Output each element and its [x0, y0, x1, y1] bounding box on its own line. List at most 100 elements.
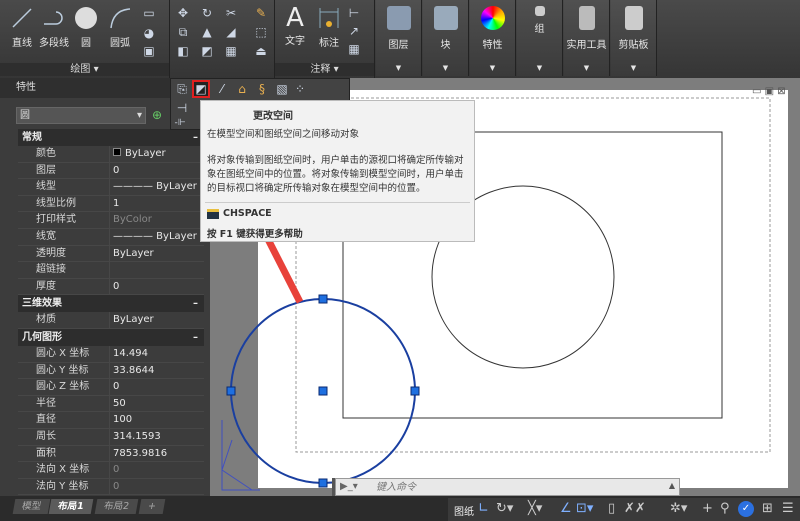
property-name: 超链接 [18, 262, 110, 278]
lengthen-icon[interactable]: ⁄ [215, 82, 229, 96]
properties-palette: 特性 圆 ▾ ⊕ 常规 – 颜色 ByLayer 图层 0 线型 ———— ByLayer 线型比… [0, 78, 210, 496]
property-value: 100 [113, 414, 133, 426]
tab-add[interactable]: + [138, 499, 166, 514]
property-row[interactable]: 圆心 Z 坐标 0 [18, 379, 204, 396]
property-value: 7853.9816 [113, 447, 168, 459]
object-type-select[interactable]: 圆 ▾ [16, 107, 146, 124]
collapse-icon[interactable]: – [193, 129, 198, 146]
menu-icon[interactable]: ☰ [782, 501, 794, 516]
property-value: 0 [113, 480, 120, 492]
section-header[interactable]: 几何图形 – [18, 328, 204, 346]
property-row[interactable]: 直径 100 [18, 412, 204, 429]
property-name: 圆心 X 坐标 [18, 345, 110, 362]
property-row[interactable]: 法向 Y 坐标 0 [18, 478, 204, 496]
space-toggle[interactable]: 图纸 [454, 503, 474, 518]
property-row[interactable]: 超链接 [18, 262, 204, 279]
chevron-down-icon: ▾ [136, 110, 142, 121]
property-row[interactable]: 厚度 0 [18, 278, 204, 296]
otrack-icon[interactable]: ∠ [560, 501, 572, 516]
join-icon[interactable]: -⊩ [173, 116, 187, 130]
osnap-icon[interactable]: ╳▾ [528, 501, 542, 516]
grip-right[interactable] [410, 386, 420, 396]
property-value: 50 [113, 397, 126, 409]
property-name: 法向 Y 坐标 [18, 478, 110, 495]
property-row[interactable]: 半径 50 [18, 395, 204, 413]
status-bar: 图纸 ∟ ↻▾ ╳▾ ∠ ⊡▾ ▯ ✗✗ ✲▾ + ⚲ ✓ ⊞ ☰ [448, 498, 800, 521]
isolate-icon[interactable]: ✓ [738, 501, 754, 517]
dynamic-ucs-icon[interactable]: ⊡▾ [576, 501, 593, 516]
property-row[interactable]: 透明度 ByLayer [18, 245, 204, 263]
command-input[interactable] [376, 480, 666, 494]
property-value: 1 [113, 197, 120, 209]
grip-left[interactable] [226, 386, 236, 396]
tab-model[interactable]: 模型 [12, 499, 51, 514]
section-title: 常规 [22, 132, 42, 143]
tab-layout2[interactable]: 布局2 [94, 499, 139, 514]
grip-top[interactable] [318, 294, 328, 304]
command-line[interactable]: ▶_▾ ▲ [335, 478, 680, 496]
selection-cycling-icon[interactable]: ▯ [608, 501, 615, 516]
section-header[interactable]: 常规 – [18, 129, 204, 146]
edit-polyline-icon[interactable]: ⌂ [235, 82, 249, 96]
units-icon[interactable]: ⚲ [720, 501, 730, 516]
collapse-icon[interactable]: – [193, 329, 198, 346]
property-value: ———— ByLayer [113, 181, 197, 193]
annotation-scale-icon[interactable]: ✗✗ [624, 501, 646, 516]
property-row[interactable]: 圆心 Y 坐标 33.8644 [18, 362, 204, 380]
align-icon[interactable]: ⊣ [175, 101, 189, 115]
ortho-icon[interactable]: ∟ [478, 501, 489, 516]
property-name: 打印样式 [18, 212, 110, 228]
property-row[interactable]: 材质 ByLayer [18, 312, 204, 329]
polar-icon[interactable]: ↻▾ [496, 501, 513, 516]
property-value: ByLayer [113, 314, 154, 326]
tooltip-summary: 在模型空间和图纸空间之间移动对象 [207, 129, 360, 140]
property-row[interactable]: 圆心 X 坐标 14.494 [18, 345, 204, 363]
property-name: 周长 [18, 428, 110, 445]
property-row[interactable]: 颜色 ByLayer [18, 146, 204, 163]
edit-spline-icon[interactable]: § [255, 82, 269, 96]
tab-layout1[interactable]: 布局1 [48, 499, 93, 514]
scroll-up-icon[interactable]: ▲ [669, 481, 675, 490]
plus-icon[interactable]: + [702, 501, 713, 516]
property-row[interactable]: 线宽 ———— ByLayer [18, 228, 204, 246]
property-value: ByColor [113, 214, 152, 226]
tooltip-description: 将对象传输到图纸空间时，用户单击的源视口将确定所传输对象在图纸空间中的位置。将对… [207, 155, 464, 194]
property-name: 法向 X 坐标 [18, 462, 110, 478]
tooltip-title: 更改空间 [253, 111, 293, 122]
match-properties-icon[interactable]: ⎘ [175, 82, 189, 96]
property-row[interactable]: 线型 ———— ByLayer [18, 179, 204, 196]
section-title: 三维效果 [22, 298, 62, 310]
grip-bottom[interactable] [318, 478, 328, 488]
gear-icon[interactable]: ✲▾ [670, 501, 687, 516]
color-swatch [113, 148, 121, 156]
property-row[interactable]: 法向 X 坐标 0 [18, 462, 204, 479]
property-row[interactable]: 周长 314.1593 [18, 428, 204, 446]
property-value: ByLayer [125, 148, 166, 159]
property-row[interactable]: 打印样式 ByColor [18, 212, 204, 229]
fullscreen-icon[interactable]: ⊞ [762, 501, 773, 516]
property-name: 圆心 Y 坐标 [18, 362, 110, 379]
grip-center[interactable] [318, 386, 328, 396]
tooltip-help: 按 F1 键获得更多帮助 [207, 229, 303, 240]
property-name: 线宽 [18, 228, 110, 245]
property-row[interactable]: 面积 7853.9816 [18, 445, 204, 463]
property-name: 线型比例 [18, 195, 110, 212]
property-row[interactable]: 线型比例 1 [18, 195, 204, 213]
edit-hatch-icon[interactable]: ▧ [275, 82, 289, 96]
quick-select-icon[interactable]: ⊕ [152, 108, 162, 122]
edit-array-icon[interactable]: ⁘ [293, 82, 307, 96]
property-value: 14.494 [113, 347, 148, 359]
property-value: 0 [113, 381, 120, 393]
property-name: 半径 [18, 395, 110, 412]
tooltip-command: CHSPACE [223, 208, 272, 219]
property-row[interactable]: 图层 0 [18, 162, 204, 180]
property-name: 材质 [18, 312, 110, 328]
property-name: 直径 [18, 412, 110, 428]
property-name: 面积 [18, 445, 110, 462]
tooltip: 更改空间 在模型空间和图纸空间之间移动对象 将对象传输到图纸空间时，用户单击的源… [200, 100, 475, 242]
command-prompt-icon: ▶_▾ [340, 481, 358, 492]
collapse-icon[interactable]: – [193, 295, 198, 312]
section-header[interactable]: 三维效果 – [18, 295, 204, 313]
properties-grid: 常规 – 颜色 ByLayer 图层 0 线型 ———— ByLayer 线型比例 1 打印样式 By… [0, 129, 210, 496]
change-space-icon[interactable]: ◩ [192, 80, 210, 98]
